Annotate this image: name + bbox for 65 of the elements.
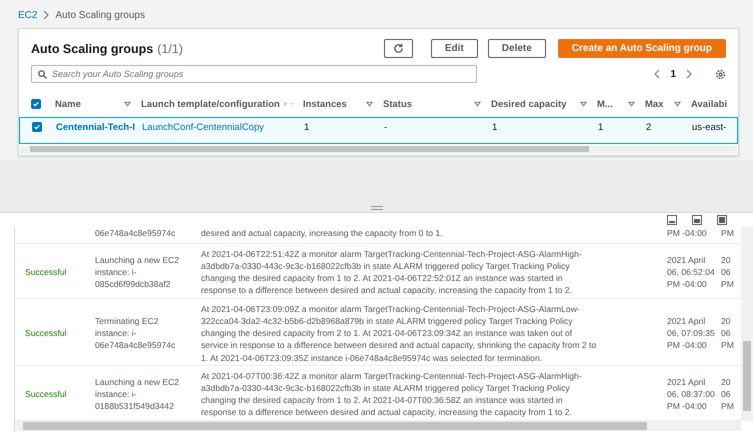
panel-layout-icon[interactable] xyxy=(692,215,702,225)
description-text: Launching a new EC2 instance: i- 0188b531f549d3442 xyxy=(95,376,180,412)
sort-icon[interactable] xyxy=(580,101,587,107)
vertical-scrollbar[interactable] xyxy=(741,227,753,421)
horizontal-scrollbar[interactable] xyxy=(14,421,741,431)
table-cell-text: 1 xyxy=(303,122,310,132)
status-text: Successful xyxy=(25,266,67,277)
column-header[interactable]: Max xyxy=(645,98,664,110)
description-text: Terminating EC2 instance: i- 06e748a4c8e95974c xyxy=(95,315,176,352)
status-text: Successful xyxy=(25,328,67,338)
sort-icon[interactable] xyxy=(474,101,481,107)
row-checkbox[interactable] xyxy=(32,122,42,132)
panel-layout-icon[interactable] xyxy=(717,215,727,225)
start-time-text: 2021 April 06, 06:52:04 PM -04:00 xyxy=(667,254,716,290)
search-field[interactable]: Search your Auto Scaling groups xyxy=(31,65,477,83)
table-cell-text: 2 xyxy=(645,122,652,132)
cause-text: At 2021-04-06T22:51:42Z a monitor alarm TargetTracking-Centennial-Tech-Project-ASG-AlarmHigh- a3dbdb7a-0330-443c-9c3c-b168022cfb3b in state ALARM triggered policy Target Tracking Policy changing the desired capacity from 1 to 2. At 2021-04-06T22:52:01Z an instance was started in response to a difference between desired and actual capacity, increasing the capacity from 1 to 2. xyxy=(201,248,583,296)
horizontal-scrollbar[interactable] xyxy=(20,146,737,154)
table-cell-text: us-east- xyxy=(691,122,728,132)
start-time-text: 2021 April 06, 07:09:35 PM -04:00 xyxy=(667,315,716,352)
table-cell-text: 1 xyxy=(491,122,498,132)
page-number[interactable]: 1 xyxy=(670,68,676,80)
cause-text: At 2021-04-06T23:09:09Z a monitor alarm TargetTracking-Centennial-Tech-Project-ASG-AlarmLow- 322cca04-3da2-4c32-b5b6-d2b8968a879b in state ALARM triggered policy Target Tracking Policy changing the desired capacity from 2 to 1. At 2021-04-06T23:09:34Z an instance was taken out of service in response to a difference between desired and actual capacity, shrinking the capacity from 2 to 1. At 2021-04-06T23:09:35Z instance i-06e748a4c8e95974c was selected for termination. xyxy=(201,302,598,364)
external-link-icon xyxy=(284,100,287,108)
refresh-button[interactable] xyxy=(384,39,413,58)
panel-layout-icon[interactable] xyxy=(667,215,677,225)
breadcrumb-current: Auto Scaling groups xyxy=(55,10,145,20)
table-cell-text: - xyxy=(383,122,388,132)
resize-handle-icon[interactable] xyxy=(370,206,382,210)
column-header[interactable]: Status xyxy=(383,98,412,110)
table-cell-text: 1 xyxy=(597,122,604,132)
description-text: Launching a new EC2 instance: i- 085cd6f99dcb38af2 xyxy=(95,254,180,290)
chevron-right-icon xyxy=(43,11,50,19)
previous-page-icon[interactable] xyxy=(653,69,660,79)
start-time-text: PM -04:00 xyxy=(667,227,708,240)
panel-title: Auto Scaling groups (1/1) xyxy=(31,42,183,56)
sort-icon[interactable] xyxy=(366,101,373,107)
sort-icon[interactable] xyxy=(124,101,131,107)
column-header[interactable]: Instances xyxy=(303,98,347,110)
description-text: 06e748a4c8e95974c xyxy=(95,227,176,240)
table-cell-text: 20 06 PM xyxy=(721,376,735,412)
column-header[interactable]: Launch template/configuration xyxy=(141,98,280,110)
action-button[interactable]: Edit xyxy=(430,39,478,58)
column-header[interactable]: M... xyxy=(597,98,613,110)
cause-text: desired and actual capacity, increasing the capacity from 0 to 1. xyxy=(201,227,444,240)
settings-icon[interactable] xyxy=(715,68,726,80)
status-text: Successful xyxy=(25,389,67,400)
table-cell-text: PM xyxy=(721,227,735,240)
table-row[interactable]: Centennial-Tech-I LaunchConf-CentennialCopy 1 - 1 1 2 us-east- xyxy=(19,117,738,144)
table-cell-text: 20 06 PM xyxy=(721,254,735,290)
select-all-checkbox[interactable] xyxy=(31,99,41,109)
table-link[interactable]: Centennial-Tech-I xyxy=(54,122,140,132)
sort-icon[interactable] xyxy=(628,101,635,107)
sort-icon[interactable] xyxy=(674,101,681,107)
next-page-icon[interactable] xyxy=(686,69,693,79)
column-header[interactable]: Desired capacity xyxy=(491,98,567,110)
table-cell-text: 20 06 PM xyxy=(721,315,735,352)
column-header[interactable]: Name xyxy=(55,98,81,110)
column-header[interactable]: Availabi xyxy=(691,98,728,110)
breadcrumb-link[interactable]: EC2 xyxy=(18,10,38,20)
refresh-icon xyxy=(392,43,404,54)
action-button[interactable]: Delete xyxy=(488,39,546,58)
start-time-text: 2021 April 06, 08:37:00 PM -04:00 xyxy=(667,376,716,412)
cause-text: At 2021-04-07T00:36:42Z a monitor alarm TargetTracking-Centennial-Tech-Project-ASG-AlarmHigh- a3dbdb7a-0330-443c-9c3c-b168022cfb3b in state ALARM triggered policy Target Tracking Policy changing the desired capacity from 1 to 2. At 2021-04-07T00:36:58Z an instance was started in response to a difference between desired and actual capacity, increasing the capacity from 1 to 2. xyxy=(201,370,583,419)
table-link[interactable]: LaunchConf-CentennialCopy xyxy=(140,122,302,132)
